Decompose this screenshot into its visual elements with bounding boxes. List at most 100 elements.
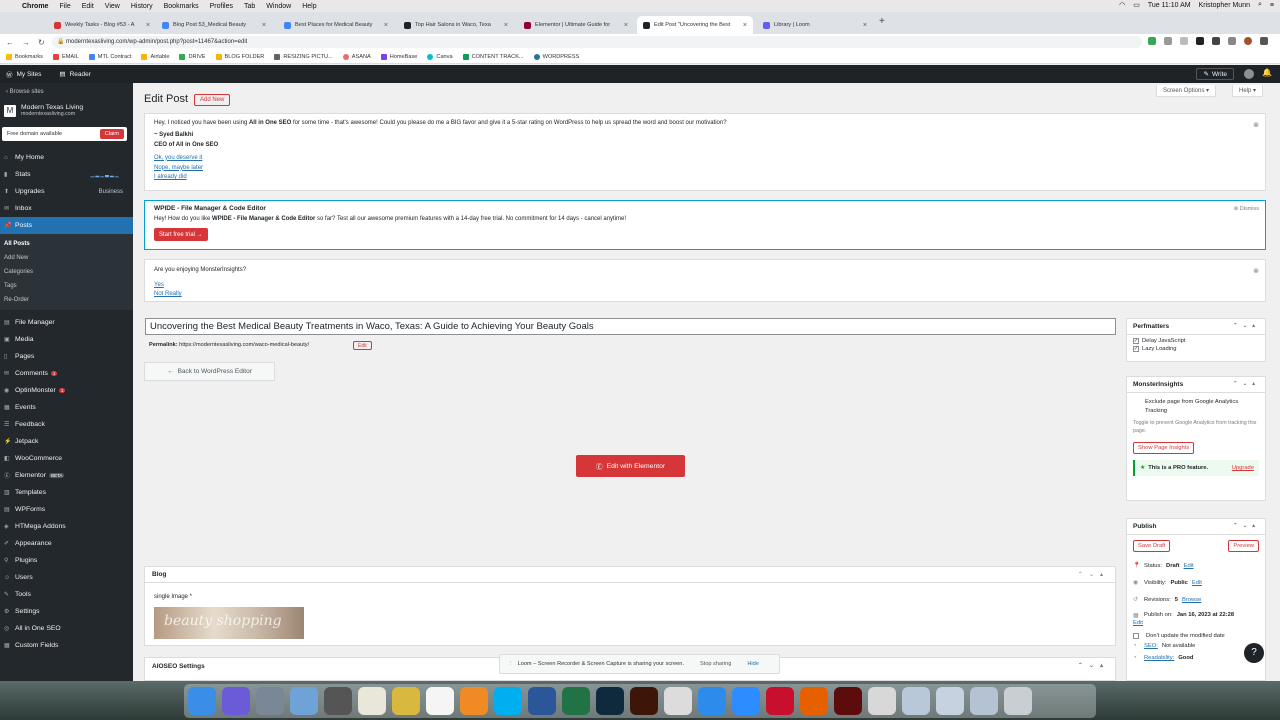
dock-bridge-icon[interactable]: [630, 687, 658, 715]
lazy-loading-checkbox[interactable]: ✓ Lazy Loading: [1133, 346, 1265, 352]
dock-siri-icon[interactable]: [222, 687, 250, 715]
sidebar-item-file-manager[interactable]: ▤ File Manager: [0, 314, 133, 331]
screen-options-button[interactable]: Screen Options ▾: [1156, 85, 1217, 97]
dock-firefox-icon[interactable]: [800, 687, 828, 715]
submenu-categories[interactable]: Categories: [0, 265, 133, 279]
delay-js-checkbox[interactable]: ✓ Delay JavaScript: [1133, 338, 1265, 344]
bookmark-item[interactable]: ASANA: [342, 53, 371, 60]
dock-finder-icon[interactable]: [188, 687, 216, 715]
sidebar-item-users[interactable]: ☺ Users: [0, 569, 133, 586]
back-to-wp-editor-button[interactable]: ← Back to WordPress Editor: [144, 362, 275, 381]
sidebar-item-wpforms[interactable]: ▤ WPForms: [0, 501, 133, 518]
dock-calculator-icon[interactable]: [324, 687, 352, 715]
menu-window[interactable]: Window: [266, 3, 291, 10]
close-icon[interactable]: ×: [146, 22, 150, 29]
sidebar-item-posts[interactable]: 📌 Posts: [0, 217, 133, 234]
visibility-edit-link[interactable]: Edit: [1192, 580, 1202, 586]
sidebar-item-elementor[interactable]: Ⓔ Elementor BETA: [0, 467, 133, 484]
bookmark-item[interactable]: WORDPRESS: [533, 53, 579, 60]
start-trial-button[interactable]: Start free trial →: [154, 228, 208, 241]
dock-pdf-icon[interactable]: [868, 687, 896, 715]
close-icon[interactable]: ×: [863, 22, 867, 29]
publish-date-edit-link[interactable]: Edit: [1133, 620, 1143, 626]
control-center-icon[interactable]: ≡: [1270, 2, 1274, 9]
sidebar-item-tools[interactable]: ✎ Tools: [0, 586, 133, 603]
sidebar-item-templates[interactable]: ▥ Templates: [0, 484, 133, 501]
menu-file[interactable]: File: [59, 3, 70, 10]
tab-best-places[interactable]: Best Places for Medical Beauty ×: [278, 16, 394, 34]
sidebar-item-comments[interactable]: ✉ Comments 1: [0, 365, 133, 382]
menu-edit[interactable]: Edit: [82, 3, 94, 10]
post-title-input[interactable]: Uncovering the Best Medical Beauty Treat…: [145, 318, 1116, 335]
menu-chrome[interactable]: Chrome: [22, 3, 48, 10]
menu-history[interactable]: History: [131, 3, 153, 10]
bookmark-item[interactable]: MTL Contract: [88, 53, 131, 60]
dock-excel-icon[interactable]: [562, 687, 590, 715]
permalink-edit-button[interactable]: Edit: [353, 341, 372, 350]
puzzle-icon[interactable]: [1212, 37, 1220, 45]
bookmark-item[interactable]: BLOG FOLDER: [215, 53, 264, 60]
sidebar-icon[interactable]: [1228, 37, 1236, 45]
dock-notes-icon[interactable]: [358, 687, 386, 715]
reader-button[interactable]: ▤ Reader: [59, 70, 90, 79]
close-icon[interactable]: ×: [384, 22, 388, 29]
menu-tab[interactable]: Tab: [244, 3, 255, 10]
help-question-icon[interactable]: ?: [1244, 643, 1264, 663]
my-sites-button[interactable]: Ⓦ My Sites: [6, 69, 41, 80]
forward-icon[interactable]: →: [22, 38, 30, 47]
dock-folder2-icon[interactable]: [936, 687, 964, 715]
featured-image[interactable]: beauty shopping: [154, 607, 304, 639]
sidebar-item-upgrades[interactable]: ⬆ Upgrades Business: [0, 183, 133, 200]
dock-word-icon[interactable]: [528, 687, 556, 715]
browse-sites-link[interactable]: ‹ Browse sites: [0, 83, 133, 95]
sidebar-item-plugins[interactable]: ⚲ Plugins: [0, 552, 133, 569]
sidebar-item-appearance[interactable]: ✐ Appearance: [0, 535, 133, 552]
upgrade-link[interactable]: Upgrade: [1232, 465, 1254, 471]
kebab-menu-icon[interactable]: [1260, 37, 1268, 45]
dock-chrome-icon[interactable]: [664, 687, 692, 715]
submenu-add-new[interactable]: Add New: [0, 251, 133, 265]
sidebar-item-woocommerce[interactable]: ◧ WooCommerce: [0, 450, 133, 467]
claim-button[interactable]: Claim: [99, 129, 124, 139]
tab-loom-library[interactable]: Library | Loom ×: [757, 16, 873, 34]
tab-weekly-tasks[interactable]: Weekly Tasks - Blog #53 - A ×: [48, 16, 156, 34]
menu-profiles[interactable]: Profiles: [210, 3, 233, 10]
sidebar-item-pages[interactable]: ▯ Pages: [0, 348, 133, 365]
preview-button[interactable]: Preview: [1228, 540, 1259, 552]
reload-icon[interactable]: ↻: [38, 38, 45, 47]
extension-icon[interactable]: [1196, 37, 1204, 45]
box-toggle-icons[interactable]: ⌃⌄▴: [1233, 381, 1260, 387]
add-new-button[interactable]: Add New: [194, 94, 231, 106]
not-really-link[interactable]: Not Really: [154, 291, 182, 297]
dismiss-button[interactable]: ⊗ Dismiss: [1234, 206, 1259, 212]
bookmark-item[interactable]: RESIZING PICTU...: [274, 53, 333, 60]
tab-blog-post[interactable]: Blog Post 53_Medical Beauty ×: [156, 16, 272, 34]
revisions-browse-link[interactable]: Browse: [1182, 597, 1201, 603]
close-icon[interactable]: ×: [262, 22, 266, 29]
dock-launchpad-icon[interactable]: [256, 687, 284, 715]
close-icon[interactable]: ×: [504, 22, 508, 29]
sidebar-item-my-home[interactable]: ⌂ My Home: [0, 149, 133, 166]
help-button[interactable]: Help ▾: [1232, 85, 1264, 97]
dock-folder3-icon[interactable]: [970, 687, 998, 715]
tab-hair-salons[interactable]: Top Hair Salons in Waco, Texa ×: [398, 16, 514, 34]
dock-folder1-icon[interactable]: [902, 687, 930, 715]
yes-link[interactable]: Yes: [154, 282, 164, 288]
exclude-toggle[interactable]: Exclude page from Google Analytics Track…: [1145, 398, 1259, 415]
dock-acrobat-icon[interactable]: [766, 687, 794, 715]
site-card[interactable]: M Modern Texas Living moderntexasliving.c…: [4, 104, 133, 117]
sidebar-item-htmega[interactable]: ◈ HTMega Addons: [0, 518, 133, 535]
bookmark-item[interactable]: EMAIL: [52, 53, 79, 60]
submenu-re-order[interactable]: Re-Order: [0, 293, 133, 307]
box-toggle-icons[interactable]: ⌃⌄▴: [1233, 323, 1260, 329]
dock-stickies-icon[interactable]: [392, 687, 420, 715]
dock-skype-icon[interactable]: [494, 687, 522, 715]
bookmark-item[interactable]: Bookmarks: [6, 53, 43, 60]
battery-icon[interactable]: ▭: [1133, 1, 1140, 9]
avatar[interactable]: [1244, 69, 1254, 79]
already-did-link[interactable]: I already did: [154, 174, 187, 180]
close-icon[interactable]: ×: [624, 22, 628, 29]
extension-icon[interactable]: [1148, 37, 1156, 45]
box-toggle-icons[interactable]: ⌃⌄▴: [1233, 523, 1260, 529]
sidebar-item-optinmonster[interactable]: ◉ OptinMonster 1: [0, 382, 133, 399]
